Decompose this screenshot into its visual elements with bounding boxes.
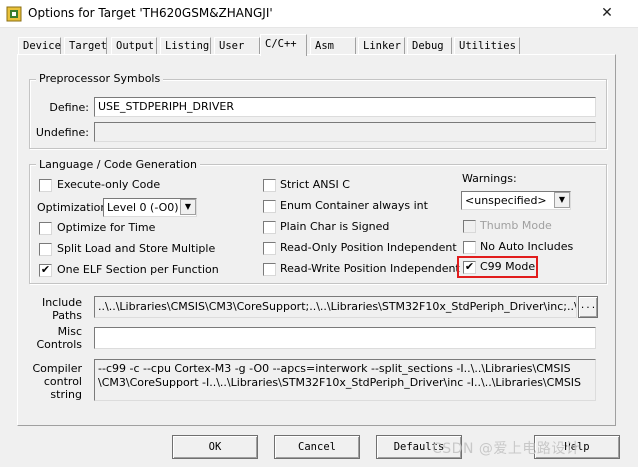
- misc-controls-label: Misc Controls: [36, 325, 83, 351]
- include-paths-label: Include Paths: [41, 296, 82, 322]
- optimize-time-checkbox[interactable]: [39, 222, 52, 235]
- tab-target[interactable]: Target: [64, 37, 107, 54]
- optimize-time-label: Optimize for Time: [57, 221, 156, 234]
- undefine-input[interactable]: [94, 122, 596, 142]
- ok-button[interactable]: OK: [172, 435, 258, 459]
- define-label: Define:: [49, 101, 89, 114]
- plain-char-checkbox[interactable]: [263, 221, 276, 234]
- tab-asm[interactable]: Asm: [310, 37, 356, 54]
- close-icon[interactable]: ✕: [584, 0, 630, 28]
- compiler-control-string: --c99 -c --cpu Cortex-M3 -g -O0 --apcs=i…: [94, 359, 596, 401]
- optimization-value: Level 0 (-O0): [107, 201, 179, 214]
- tab-listing[interactable]: Listing: [160, 37, 211, 54]
- execute-only-label: Execute-only Code: [57, 178, 161, 191]
- warnings-label: Warnings:: [462, 172, 517, 185]
- enum-int-checkbox[interactable]: [263, 200, 276, 213]
- language-group-title: Language / Code Generation: [36, 158, 201, 171]
- tab-linker[interactable]: Linker: [358, 37, 405, 54]
- app-icon: [6, 6, 22, 22]
- window-title: Options for Target 'TH620GSM&ZHANGJI': [28, 6, 273, 20]
- ro-position-checkbox[interactable]: [263, 242, 276, 255]
- rw-position-label: Read-Write Position Independent: [280, 262, 460, 275]
- compiler-control-label: Compiler control string: [32, 362, 82, 401]
- no-auto-includes-label: No Auto Includes: [480, 240, 574, 253]
- tab-output[interactable]: Output: [111, 37, 157, 54]
- include-paths-input[interactable]: ..\..\Libraries\CMSIS\CM3\CoreSupport;..…: [94, 296, 577, 318]
- rw-position-checkbox[interactable]: [263, 263, 276, 276]
- thumb-mode-checkbox: [463, 220, 476, 233]
- tab-user[interactable]: User: [214, 37, 260, 54]
- split-load-label: Split Load and Store Multiple: [57, 242, 216, 255]
- tab-utilities[interactable]: Utilities: [454, 37, 520, 54]
- preprocessor-group-title: Preprocessor Symbols: [36, 72, 164, 85]
- title-bar: Options for Target 'TH620GSM&ZHANGJI' ✕: [0, 0, 638, 28]
- chevron-down-icon[interactable]: ▼: [554, 192, 570, 208]
- execute-only-checkbox[interactable]: [39, 179, 52, 192]
- include-browse-button[interactable]: ...: [578, 296, 598, 318]
- warnings-value: <unspecified>: [465, 194, 547, 207]
- strict-ansi-label: Strict ANSI C: [280, 178, 350, 191]
- one-elf-label: One ELF Section per Function: [57, 263, 219, 276]
- chevron-down-icon[interactable]: ▼: [180, 199, 196, 215]
- ro-position-label: Read-Only Position Independent: [280, 241, 457, 254]
- optimization-label: Optimization:: [37, 201, 112, 214]
- c99-mode-checkbox[interactable]: ✔: [463, 261, 476, 274]
- thumb-mode-label: Thumb Mode: [480, 219, 552, 232]
- undefine-label: Undefine:: [35, 126, 89, 139]
- plain-char-label: Plain Char is Signed: [280, 220, 390, 233]
- one-elf-checkbox[interactable]: ✔: [39, 264, 52, 277]
- misc-controls-input[interactable]: [94, 327, 596, 349]
- watermark: CSDN @爱上电路设计: [432, 441, 581, 457]
- cancel-button[interactable]: Cancel: [274, 435, 360, 459]
- enum-int-label: Enum Container always int: [280, 199, 428, 212]
- tab-device[interactable]: Device: [18, 37, 61, 54]
- strict-ansi-checkbox[interactable]: [263, 179, 276, 192]
- tab-debug[interactable]: Debug: [407, 37, 452, 54]
- c99-mode-label: C99 Mode: [480, 260, 536, 273]
- define-input[interactable]: USE_STDPERIPH_DRIVER: [94, 97, 596, 117]
- no-auto-includes-checkbox[interactable]: [463, 241, 476, 254]
- split-load-checkbox[interactable]: [39, 243, 52, 256]
- tab-c-cpp[interactable]: C/C++: [260, 34, 307, 56]
